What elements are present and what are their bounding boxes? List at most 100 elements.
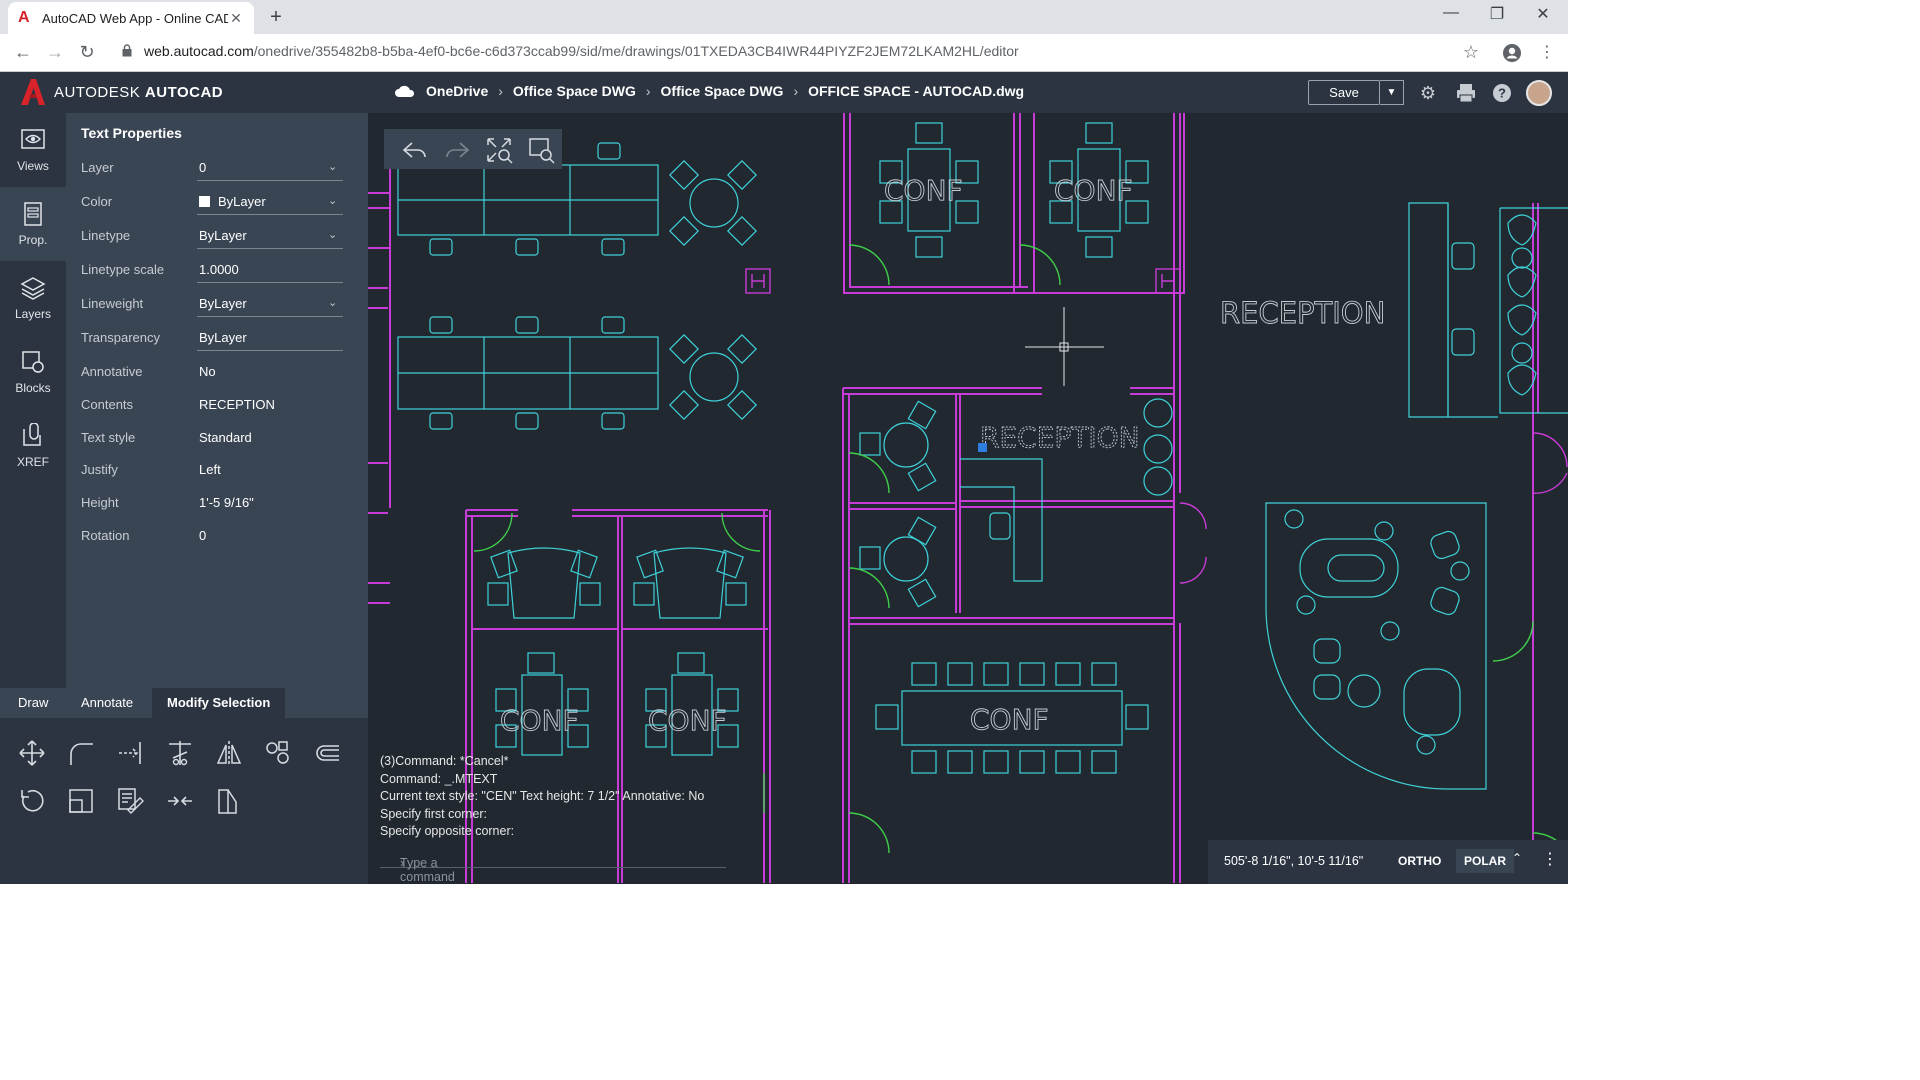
rotate-icon[interactable] [17,786,47,816]
tool-palette: Draw Annotate Modify Selection [0,688,368,884]
extend-icon[interactable] [116,738,146,768]
print-icon[interactable] [1455,82,1477,104]
prop-row-transparency[interactable]: Transparency ByLayer [66,324,368,354]
drawing-canvas[interactable]: CONF CONF CONF CONF CONF RECEPTION RECEP… [368,113,1568,884]
bookmark-star-icon[interactable]: ☆ [1460,42,1482,63]
breadcrumb-item-folder[interactable]: Office Space DWG [513,83,636,99]
tab-modify-selection[interactable]: Modify Selection [152,688,286,718]
url-field[interactable]: web.autocad.com/onedrive/355482b8-b5ba-4… [144,43,1019,59]
help-icon[interactable]: ? [1491,82,1513,104]
restore-window-icon[interactable]: ❐ [1482,4,1512,24]
rail-item-xref[interactable]: XREF [0,409,66,483]
field-underline [197,248,343,249]
rail-item-layers[interactable]: Layers [0,261,66,335]
reload-icon[interactable]: ↻ [76,42,98,63]
selection-grip[interactable] [978,443,987,452]
rail-label-layers: Layers [14,307,52,321]
browser-menu-icon[interactable]: ⋮ [1536,42,1558,62]
stretch-icon[interactable] [214,786,244,816]
zoom-extents-icon[interactable] [484,135,514,165]
prop-label: Color [81,194,113,209]
label-conf-5: CONF [648,704,727,737]
more-options-icon[interactable]: ⋮ [1542,849,1558,869]
left-rail: Views Prop. Layers Blocks XREF [0,113,66,688]
properties-title: Text Properties [81,125,182,141]
prop-row-color[interactable]: Color ByLayer ⌄ [66,188,368,218]
back-icon[interactable]: ← [12,42,34,63]
close-tab-icon[interactable]: ✕ [228,10,244,27]
xref-icon [23,423,41,446]
forward-icon[interactable]: → [44,42,66,63]
label-conf-3: CONF [970,703,1049,736]
prop-row-linetype-scale[interactable]: Linetype scale 1.0000 [66,256,368,286]
breadcrumb-item-onedrive[interactable]: OneDrive [426,83,488,99]
prop-value: Left [199,462,221,477]
user-avatar[interactable] [1526,80,1552,106]
prop-label: Layer [81,160,114,175]
rail-item-views[interactable]: Views [0,113,66,187]
chevron-right-icon: › [498,83,503,99]
command-line: Specify first corner: [380,806,487,821]
close-window-icon[interactable]: ✕ [1528,4,1558,24]
label-reception-main: RECEPTION [1220,296,1385,330]
prop-row-linetype[interactable]: Linetype ByLayer ⌄ [66,222,368,252]
save-button[interactable]: Save [1308,80,1380,105]
url-host: web.autocad.com [144,43,254,59]
command-line: Command: _.MTEXT [380,771,498,786]
polar-toggle[interactable]: POLAR [1456,849,1514,873]
label-conf-4: CONF [500,704,579,737]
rail-label-properties: Prop. [18,233,48,247]
prop-value: RECEPTION [199,397,275,412]
properties-icon [24,202,42,226]
offset-icon[interactable] [312,738,342,768]
svg-text:?: ? [1498,86,1506,101]
breadcrumb-item-subfolder[interactable]: Office Space DWG [661,83,784,99]
save-options-dropdown[interactable]: ▼ [1380,80,1404,105]
furniture [397,122,1568,790]
minimize-window-icon[interactable]: — [1436,4,1466,22]
redo-icon[interactable] [442,135,472,165]
chevron-up-icon[interactable]: ⌃ [1512,851,1522,865]
settings-gear-icon[interactable]: ⚙ [1417,82,1439,104]
scale-icon[interactable] [66,786,96,816]
app-header: AUTODESK AUTOCAD OneDrive › Office Space… [0,72,1568,113]
tab-title: AutoCAD Web App - Online CAD [42,10,228,26]
properties-panel: Text Properties Layer 0 ⌄ Color ByLayer … [66,113,368,688]
zoom-window-icon[interactable] [526,135,556,165]
browser-tab[interactable]: A AutoCAD Web App - Online CAD ✕ [8,2,254,34]
tab-draw[interactable]: Draw [3,688,63,718]
rail-label-xref: XREF [16,455,49,469]
tool-tabs: Draw Annotate Modify Selection [0,688,368,718]
prop-value: 0 [199,160,207,175]
prop-value: ByLayer [199,330,247,345]
prop-row-lineweight[interactable]: Lineweight ByLayer ⌄ [66,290,368,320]
prop-row-layer[interactable]: Layer 0 ⌄ [66,154,368,184]
ortho-toggle[interactable]: ORTHO [1398,854,1441,868]
prop-value: ByLayer [218,194,266,209]
prop-value: 0 [199,528,207,543]
join-icon[interactable] [165,786,195,816]
breadcrumb-item-file: OFFICE SPACE - AUTOCAD.dwg [808,83,1025,99]
profile-icon[interactable] [1502,43,1522,63]
rail-item-properties[interactable]: Prop. [0,187,66,261]
prop-row-justify: Justify Left [66,456,368,486]
trim-icon[interactable] [165,738,195,768]
match-properties-icon[interactable] [116,786,146,816]
prop-row-height: Height 1'-5 9/16" [66,489,368,519]
fillet-icon[interactable] [66,738,96,768]
prop-label: Linetype scale [81,262,165,277]
prop-value: No [199,364,216,379]
undo-icon[interactable] [400,135,430,165]
mirror-icon[interactable] [214,738,244,768]
new-tab-button[interactable]: + [264,6,288,29]
prop-label: Justify [81,462,118,477]
tab-annotate[interactable]: Annotate [66,688,148,718]
command-input[interactable]: › Type a command [380,840,726,884]
copy-icon[interactable] [263,738,293,768]
rail-item-blocks[interactable]: Blocks [0,335,66,409]
chevron-down-icon: ⌄ [328,229,338,241]
move-icon[interactable] [17,738,47,768]
label-conf-1: CONF [884,174,963,207]
brand-prefix: AUTODESK [54,84,141,101]
chevron-down-icon: ⌄ [328,195,338,207]
